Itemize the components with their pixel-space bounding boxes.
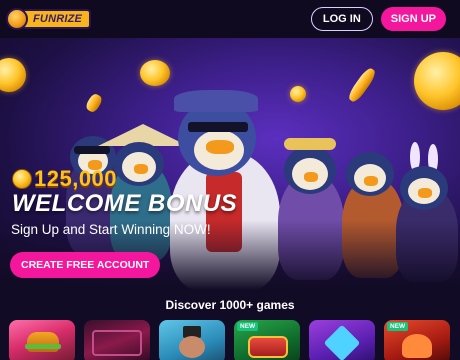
header-actions: LOG IN SIGN UP (310, 7, 446, 31)
game-card[interactable] (159, 320, 225, 360)
new-badge: NEW (237, 322, 259, 331)
funrize-logo-icon (6, 8, 28, 30)
coin-decoration (0, 58, 26, 92)
bonus-value: 125,000 (34, 166, 118, 191)
coin-decoration (414, 52, 460, 110)
bonus-amount: 125,000 (12, 166, 117, 192)
new-badge: NEW (387, 322, 409, 331)
top-header: FUNRIZE LOG IN SIGN UP (0, 0, 460, 38)
games-section-title: Discover 1000+ games (165, 298, 295, 312)
game-card[interactable] (9, 320, 75, 360)
game-card[interactable] (309, 320, 375, 360)
welcome-headline: WELCOME BONUS (12, 190, 238, 217)
signup-button[interactable]: SIGN UP (380, 7, 446, 31)
login-button[interactable]: LOG IN (310, 7, 373, 31)
logo-text: FUNRIZE (22, 9, 92, 29)
hero-subline: Sign Up and Start Winning NOW! (11, 222, 211, 237)
hero-banner: 125,000 WELCOME BONUS Sign Up and Start … (0, 38, 460, 290)
funrize-logo[interactable]: FUNRIZE (6, 6, 92, 32)
games-row: NEW NEW (9, 320, 459, 360)
create-account-button[interactable]: CREATE FREE ACCOUNT (10, 252, 161, 278)
coin-icon (12, 169, 32, 189)
game-card[interactable]: NEW (384, 320, 450, 360)
coin-decoration (346, 65, 378, 105)
page: FUNRIZE LOG IN SIGN UP 125,000 WELCOME B… (0, 0, 460, 360)
game-card[interactable]: NEW (234, 320, 300, 360)
coin-decoration (290, 86, 306, 102)
coin-decoration (84, 92, 104, 114)
game-card[interactable] (84, 320, 150, 360)
